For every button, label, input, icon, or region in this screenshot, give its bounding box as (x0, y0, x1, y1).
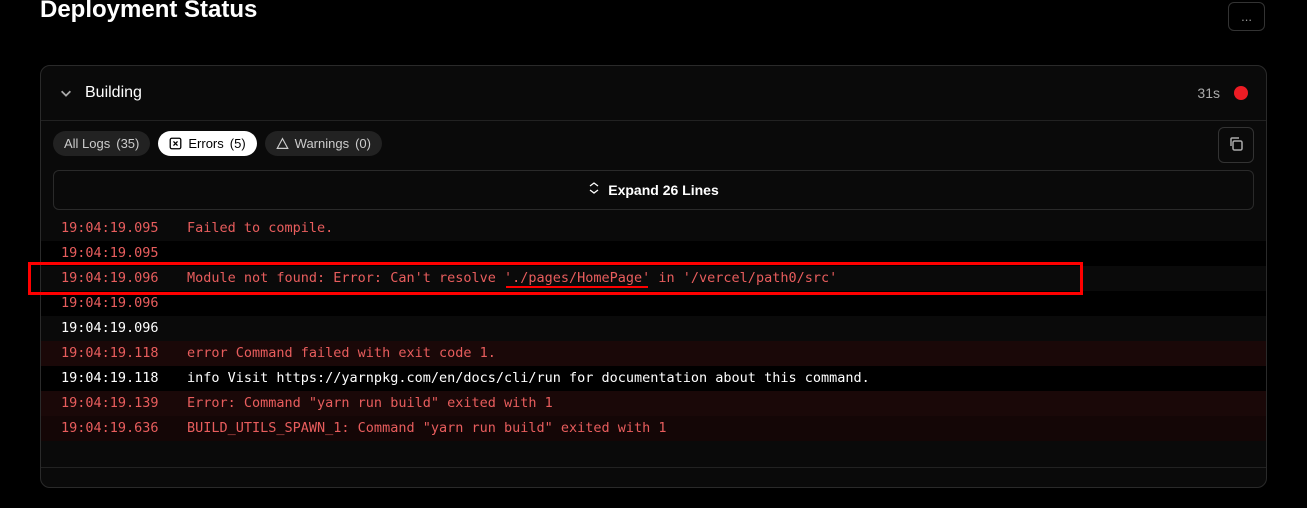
log-row: 19:04:19.636BUILD_UTILS_SPAWN_1: Command… (41, 416, 1266, 441)
log-row: 19:04:19.118error Command failed with ex… (41, 341, 1266, 366)
log-timestamp: 19:04:19.095 (61, 241, 187, 266)
filter-all-logs[interactable]: All Logs (35) (53, 131, 150, 156)
log-message: info Visit https://yarnpkg.com/en/docs/c… (187, 366, 870, 391)
chevron-down-icon (59, 86, 73, 100)
error-status-dot-icon (1234, 86, 1248, 100)
log-message: Failed to compile. (187, 216, 333, 241)
filter-all-count: (35) (116, 136, 139, 151)
log-message: BUILD_UTILS_SPAWN_1: Command "yarn run b… (187, 416, 667, 441)
build-panel: Building 31s All Logs (35) Errors (5) Wa… (40, 65, 1267, 488)
log-row: 19:04:19.096 (41, 316, 1266, 341)
expand-icon (588, 181, 600, 199)
log-timestamp: 19:04:19.636 (61, 416, 187, 441)
log-row: 19:04:19.095Failed to compile. (41, 216, 1266, 241)
expand-lines-button[interactable]: Expand 26 Lines (53, 170, 1254, 210)
log-row: 19:04:19.096Module not found: Error: Can… (41, 266, 1266, 291)
filter-warnings-count: (0) (355, 136, 371, 151)
log-container: 19:04:19.095Failed to compile.19:04:19.0… (41, 216, 1266, 447)
next-section (41, 467, 1266, 487)
error-x-icon (169, 137, 182, 150)
copy-icon (1228, 136, 1244, 155)
page-title: Deployment Status (40, 0, 257, 24)
filter-warnings[interactable]: Warnings (0) (265, 131, 382, 156)
log-row: 19:04:19.139Error: Command "yarn run bui… (41, 391, 1266, 416)
build-section-header[interactable]: Building 31s (41, 66, 1266, 120)
log-filter-row: All Logs (35) Errors (5) Warnings (0) (41, 121, 1266, 166)
log-row: 19:04:19.118info Visit https://yarnpkg.c… (41, 366, 1266, 391)
filter-errors-count: (5) (230, 136, 246, 151)
log-timestamp: 19:04:19.096 (61, 266, 187, 291)
copy-logs-button[interactable] (1218, 127, 1254, 163)
log-timestamp: 19:04:19.096 (61, 316, 187, 341)
log-row: 19:04:19.096 (41, 291, 1266, 316)
filter-all-label: All Logs (64, 136, 110, 151)
log-timestamp: 19:04:19.096 (61, 291, 187, 316)
log-timestamp: 19:04:19.118 (61, 341, 187, 366)
expand-label: Expand 26 Lines (608, 182, 718, 198)
log-row: 19:04:19.095 (41, 241, 1266, 266)
log-timestamp: 19:04:19.095 (61, 216, 187, 241)
top-action-button[interactable]: ... (1228, 2, 1265, 31)
filter-warnings-label: Warnings (295, 136, 349, 151)
log-timestamp: 19:04:19.139 (61, 391, 187, 416)
log-message: error Command failed with exit code 1. (187, 341, 496, 366)
build-duration: 31s (1197, 85, 1220, 101)
filter-errors-label: Errors (188, 136, 223, 151)
warning-triangle-icon (276, 137, 289, 150)
log-message: Error: Command "yarn run build" exited w… (187, 391, 553, 416)
filter-errors[interactable]: Errors (5) (158, 131, 256, 156)
build-section-title: Building (85, 84, 142, 102)
log-message: Module not found: Error: Can't resolve '… (187, 266, 837, 291)
log-timestamp: 19:04:19.118 (61, 366, 187, 391)
